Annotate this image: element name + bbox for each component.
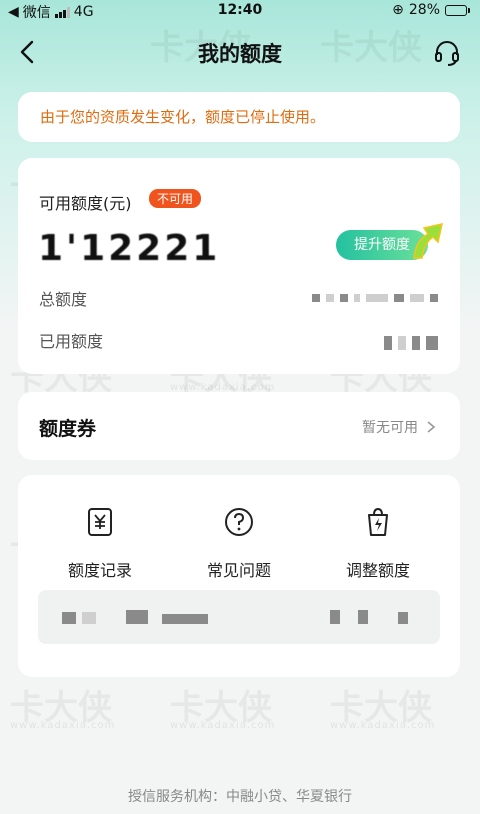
menu-item-label: 常见问题: [206, 561, 271, 580]
arrow-up-icon: [413, 223, 443, 259]
watermark-brand: 卡大侠: [170, 688, 272, 728]
page-title: 我的额度: [198, 42, 282, 66]
question-icon: [225, 508, 253, 536]
watermark-url: www.kadaxia.com: [170, 720, 276, 731]
menu-item-label: 额度记录: [67, 561, 132, 580]
total-quota-value: [312, 294, 438, 302]
notice-text: 由于您的资质发生变化，额度已停止使用。: [40, 108, 326, 126]
menu-item-quota-records[interactable]: 额度记录: [40, 505, 160, 581]
pixelated-banner[interactable]: [38, 590, 440, 644]
watermark-url: www.kadaxia.com: [330, 720, 436, 731]
orientation-lock-icon: ⊕: [392, 2, 404, 18]
lightning-bag-icon: [368, 507, 388, 536]
voucher-status: 暂无可用: [362, 417, 436, 437]
footer-text: 授信服务机构：中融小贷、华夏银行: [128, 789, 352, 805]
yen-receipt-icon: [88, 508, 112, 536]
total-quota-label: 总额度: [39, 290, 88, 309]
available-quota-label: 可用额度(元): [39, 194, 132, 213]
voucher-status-text: 暂无可用: [362, 420, 418, 436]
quota-card: 可用额度(元) 不可用 1'12221 提升额度 总额度 已用额度: [18, 158, 460, 374]
watermark-brand: 卡大侠: [330, 688, 432, 728]
battery-percent: 28%: [408, 2, 440, 18]
menu-item-adjust-quota[interactable]: 调整额度: [318, 505, 438, 581]
chevron-right-icon: [427, 421, 436, 433]
nav-bar: 我的额度: [0, 28, 480, 76]
amount-value: 1'12221: [38, 228, 221, 269]
headset-icon[interactable]: [432, 38, 462, 68]
available-amount: 1'12221: [38, 228, 220, 269]
used-quota-label: 已用额度: [39, 332, 104, 351]
watermark-brand: 卡大侠: [10, 688, 112, 728]
status-right: ⊕ 28%: [392, 2, 470, 18]
menu-item-label: 调整额度: [345, 561, 410, 580]
voucher-card[interactable]: 额度券 暂无可用: [18, 392, 460, 460]
voucher-title: 额度券: [39, 418, 97, 440]
status-badge: 不可用: [149, 189, 202, 208]
battery-icon: [445, 4, 470, 16]
notice-card: 由于您的资质发生变化，额度已停止使用。: [18, 92, 460, 142]
status-bar: ◀ 微信 4G 12:40 ⊕ 28%: [0, 0, 480, 22]
watermark-url: www.kadaxia.com: [10, 720, 116, 731]
used-quota-value: [384, 336, 438, 350]
menu-card: 额度记录 常见问题 调整额度: [18, 475, 460, 677]
menu-item-faq[interactable]: 常见问题: [179, 505, 299, 581]
